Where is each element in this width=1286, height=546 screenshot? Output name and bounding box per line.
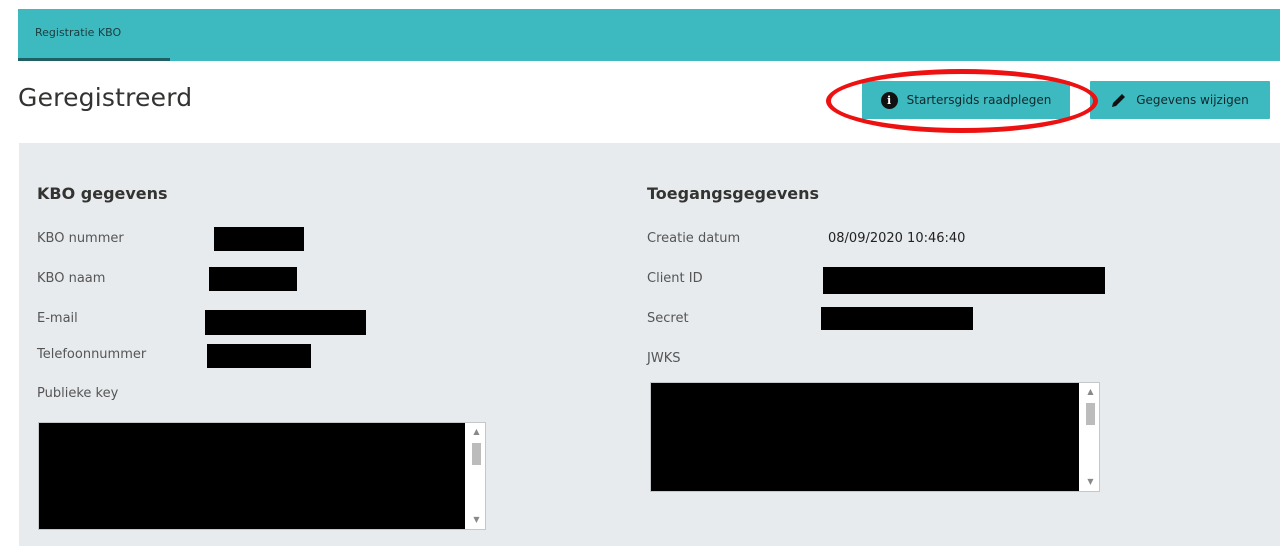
scroll-up-arrow-icon[interactable]: ▲ xyxy=(468,425,485,439)
public-key-label: Publieke key xyxy=(37,386,119,401)
details-panel: KBO gegevens KBO nummer KBO naam E-mail … xyxy=(19,143,1280,546)
kbo-section-title: KBO gegevens xyxy=(37,184,168,203)
phone-label: Telefoonnummer xyxy=(37,347,147,362)
access-section-title: Toegangsgegevens xyxy=(647,184,820,203)
jwks-redacted xyxy=(651,383,1079,491)
email-label: E-mail xyxy=(37,311,78,326)
creation-date-label: Creatie datum xyxy=(647,231,741,246)
secret-value xyxy=(821,307,973,330)
jwks-label: JWKS xyxy=(647,351,681,366)
public-key-scrollbar[interactable]: ▲ ▼ xyxy=(468,423,485,529)
top-tab-bar: Registratie KBO xyxy=(18,9,1280,61)
kbo-number-label: KBO nummer xyxy=(37,231,124,246)
startersgids-label: Startersgids raadplegen xyxy=(906,93,1052,107)
page-title: Geregistreerd xyxy=(18,83,193,112)
secret-label: Secret xyxy=(647,311,689,326)
info-circle-icon: i xyxy=(880,91,898,109)
scroll-down-arrow-icon[interactable]: ▼ xyxy=(468,513,485,527)
tab-label: Registratie KBO xyxy=(35,26,122,39)
client-id-label: Client ID xyxy=(647,271,703,286)
email-value xyxy=(205,310,366,335)
kbo-name-value xyxy=(209,267,297,291)
scroll-down-arrow-icon[interactable]: ▼ xyxy=(1082,475,1099,489)
creation-date-value: 08/09/2020 10:46:40 xyxy=(828,231,966,246)
scroll-thumb[interactable] xyxy=(472,443,481,465)
scroll-thumb[interactable] xyxy=(1086,403,1095,425)
scroll-up-arrow-icon[interactable]: ▲ xyxy=(1082,385,1099,399)
kbo-name-label: KBO naam xyxy=(37,271,106,286)
pencil-icon xyxy=(1112,94,1126,107)
client-id-value xyxy=(823,267,1105,294)
tab-registratie-kbo[interactable]: Registratie KBO xyxy=(18,9,170,61)
kbo-number-value xyxy=(214,227,304,251)
public-key-redacted xyxy=(39,423,465,529)
edit-data-label: Gegevens wijzigen xyxy=(1136,93,1249,107)
public-key-textarea[interactable]: ▲ ▼ xyxy=(38,422,486,530)
jwks-textarea[interactable]: ▲ ▼ xyxy=(650,382,1100,492)
phone-value xyxy=(207,344,311,368)
edit-data-button[interactable]: Gegevens wijzigen xyxy=(1090,81,1270,119)
startersgids-button[interactable]: i Startersgids raadplegen xyxy=(862,81,1070,119)
jwks-scrollbar[interactable]: ▲ ▼ xyxy=(1082,383,1099,491)
